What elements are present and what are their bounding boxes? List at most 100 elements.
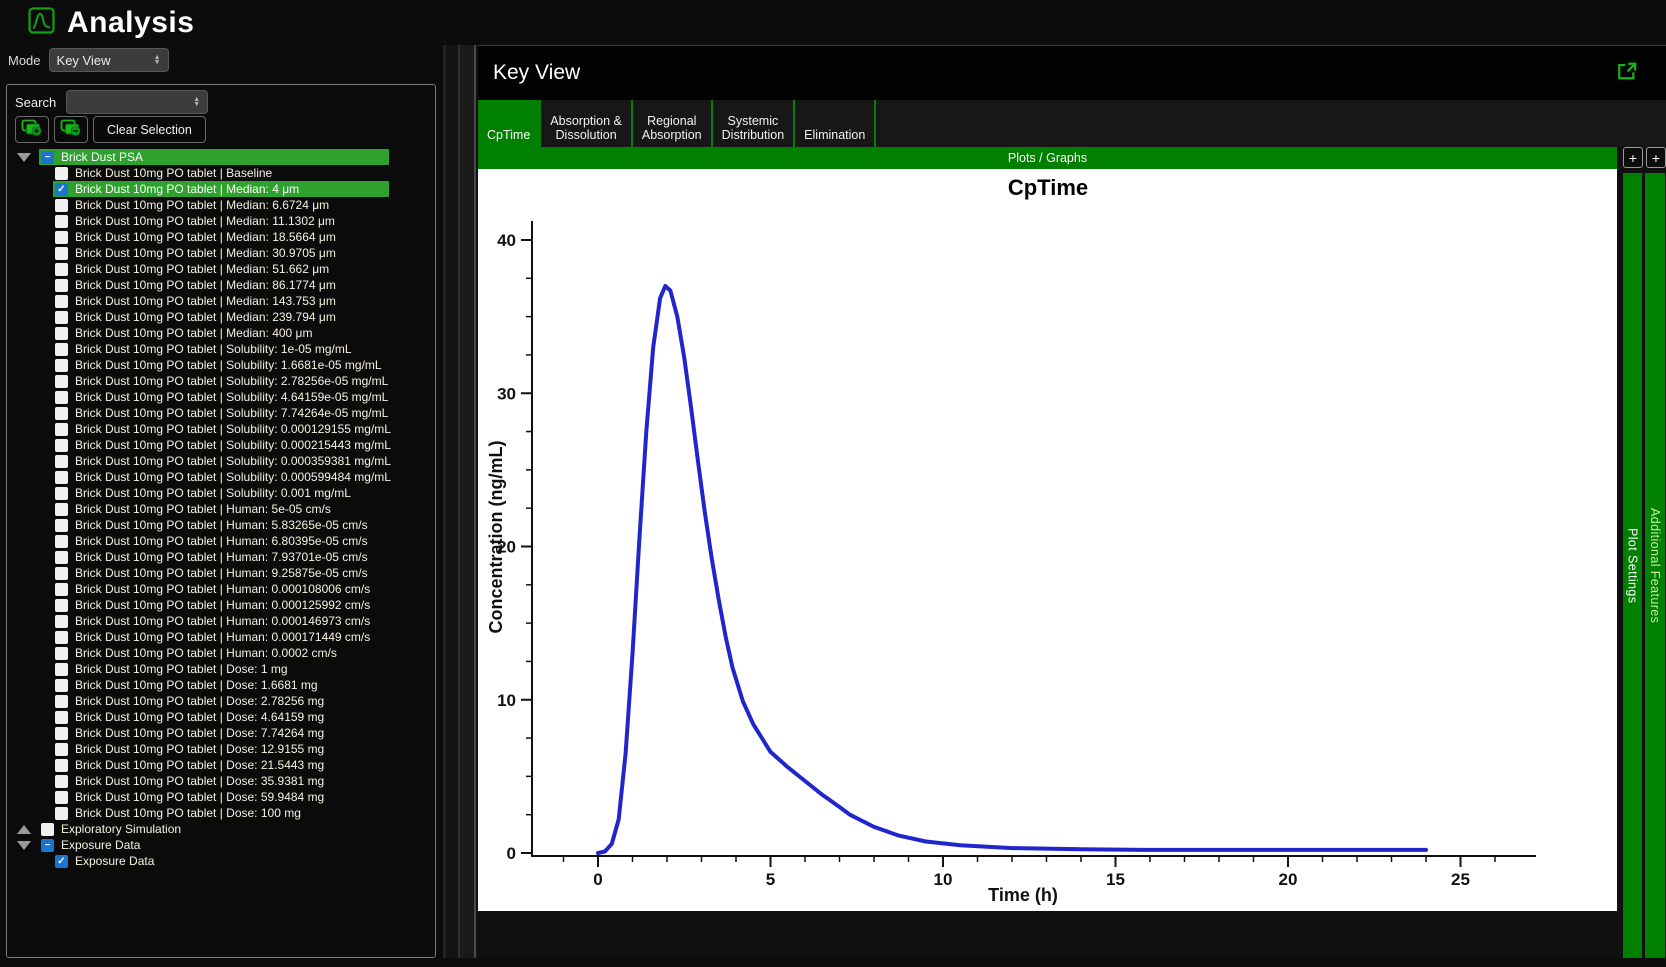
tree-item-row[interactable]: Brick Dust 10mg PO tablet | Human: 0.000…	[9, 581, 433, 597]
expand-triangle-icon[interactable]	[17, 841, 31, 850]
tree-item-row[interactable]: Brick Dust 10mg PO tablet | Solubility: …	[9, 341, 433, 357]
tree-checkbox[interactable]	[55, 247, 68, 260]
tree-item-row[interactable]: Brick Dust 10mg PO tablet | Median: 6.67…	[9, 197, 433, 213]
tree-item-row[interactable]: Brick Dust 10mg PO tablet | Human: 9.258…	[9, 565, 433, 581]
tree-item-row[interactable]: ✓Brick Dust 10mg PO tablet | Median: 4 μ…	[9, 181, 433, 197]
tree-item-row[interactable]: Brick Dust 10mg PO tablet | Solubility: …	[9, 357, 433, 373]
add-additional-features-button[interactable]: +	[1646, 147, 1666, 168]
tree-checkbox[interactable]	[55, 503, 68, 516]
tree-item-row[interactable]: Brick Dust 10mg PO tablet | Median: 18.5…	[9, 229, 433, 245]
tree-item-row[interactable]: Brick Dust 10mg PO tablet | Median: 239.…	[9, 309, 433, 325]
tree-item-row[interactable]: Brick Dust 10mg PO tablet | Dose: 4.6415…	[9, 709, 433, 725]
tree-checkbox[interactable]	[55, 167, 68, 180]
plot-settings-strip[interactable]: Plot Settings	[1623, 173, 1642, 958]
tree-checkbox[interactable]	[55, 679, 68, 692]
tree-item-row[interactable]: Brick Dust 10mg PO tablet | Dose: 1 mg	[9, 661, 433, 677]
tab-regional-absorption[interactable]: Regional Absorption	[633, 100, 713, 147]
tree-item-row[interactable]: Brick Dust 10mg PO tablet | Dose: 35.938…	[9, 773, 433, 789]
tree-checkbox[interactable]	[55, 375, 68, 388]
tree-checkbox[interactable]	[55, 327, 68, 340]
tree-checkbox[interactable]: −	[41, 839, 54, 852]
tree-item-row[interactable]: Brick Dust 10mg PO tablet | Human: 5.832…	[9, 517, 433, 533]
tree-item-row[interactable]: Brick Dust 10mg PO tablet | Median: 143.…	[9, 293, 433, 309]
tree-checkbox[interactable]	[55, 695, 68, 708]
tree-checkbox[interactable]	[55, 711, 68, 724]
tree-checkbox[interactable]	[55, 727, 68, 740]
tree-checkbox[interactable]	[55, 631, 68, 644]
tree-checkbox[interactable]	[55, 407, 68, 420]
tree-item-row[interactable]: Brick Dust 10mg PO tablet | Solubility: …	[9, 421, 433, 437]
tree-item-row[interactable]: Brick Dust 10mg PO tablet | Human: 0.000…	[9, 645, 433, 661]
tree-item-row[interactable]: Brick Dust 10mg PO tablet | Median: 30.9…	[9, 245, 433, 261]
tree-item-row[interactable]: Brick Dust 10mg PO tablet | Human: 0.000…	[9, 629, 433, 645]
tree-item-row[interactable]: Brick Dust 10mg PO tablet | Dose: 59.948…	[9, 789, 433, 805]
additional-features-strip[interactable]: Additional Features	[1645, 173, 1665, 958]
tree-checkbox[interactable]	[55, 391, 68, 404]
tree-item-row[interactable]: Brick Dust 10mg PO tablet | Baseline	[9, 165, 433, 181]
tree-item-row[interactable]: Brick Dust 10mg PO tablet | Dose: 100 mg	[9, 805, 433, 821]
panel-splitter[interactable]	[436, 45, 478, 958]
tree-item-row[interactable]: Brick Dust 10mg PO tablet | Dose: 7.7426…	[9, 725, 433, 741]
tree-item-row[interactable]: Brick Dust 10mg PO tablet | Human: 6.803…	[9, 533, 433, 549]
tree-checkbox[interactable]	[55, 759, 68, 772]
tree-checkbox[interactable]	[55, 599, 68, 612]
tree-item-row[interactable]: ✓Exposure Data	[9, 853, 433, 869]
tree-checkbox[interactable]	[55, 615, 68, 628]
tab-elimination[interactable]: Elimination	[795, 100, 876, 147]
tab-absorption-dissolution[interactable]: Absorption & Dissolution	[541, 100, 633, 147]
tab-cptime[interactable]: CpTime	[478, 100, 541, 147]
tree-checkbox[interactable]: −	[41, 151, 54, 164]
tree-item-row[interactable]: Brick Dust 10mg PO tablet | Solubility: …	[9, 389, 433, 405]
tree-item-row[interactable]: Brick Dust 10mg PO tablet | Median: 51.6…	[9, 261, 433, 277]
remove-simulations-button[interactable]	[54, 116, 88, 143]
tree-item-row[interactable]: Brick Dust 10mg PO tablet | Dose: 1.6681…	[9, 677, 433, 693]
tree-item-row[interactable]: Brick Dust 10mg PO tablet | Median: 400 …	[9, 325, 433, 341]
tree-item-row[interactable]: Brick Dust 10mg PO tablet | Solubility: …	[9, 437, 433, 453]
tree-checkbox[interactable]	[55, 791, 68, 804]
expand-triangle-icon[interactable]	[17, 153, 31, 162]
tree-checkbox[interactable]	[55, 263, 68, 276]
tree-item-row[interactable]: Brick Dust 10mg PO tablet | Median: 86.1…	[9, 277, 433, 293]
tree-checkbox[interactable]	[55, 439, 68, 452]
tree-checkbox[interactable]	[55, 279, 68, 292]
tree-item-row[interactable]: Brick Dust 10mg PO tablet | Solubility: …	[9, 453, 433, 469]
tree-checkbox[interactable]	[55, 199, 68, 212]
tree-item-row[interactable]: Brick Dust 10mg PO tablet | Human: 0.000…	[9, 613, 433, 629]
tree-checkbox[interactable]	[55, 535, 68, 548]
tree-checkbox[interactable]	[55, 663, 68, 676]
tree-item-row[interactable]: Brick Dust 10mg PO tablet | Median: 11.1…	[9, 213, 433, 229]
tree-item-row[interactable]: Brick Dust 10mg PO tablet | Dose: 2.7825…	[9, 693, 433, 709]
tree-checkbox[interactable]	[41, 823, 54, 836]
tree-checkbox[interactable]	[55, 487, 68, 500]
tree-checkbox[interactable]	[55, 583, 68, 596]
tree-checkbox[interactable]	[55, 423, 68, 436]
search-input[interactable]: ▲▼	[66, 90, 208, 114]
tab-systemic-distribution[interactable]: Systemic Distribution	[713, 100, 796, 147]
tree-checkbox[interactable]	[55, 471, 68, 484]
tree-checkbox[interactable]	[55, 231, 68, 244]
tree-checkbox[interactable]	[55, 311, 68, 324]
tree-checkbox[interactable]	[55, 295, 68, 308]
tree-checkbox[interactable]	[55, 647, 68, 660]
tree-checkbox[interactable]	[55, 215, 68, 228]
clear-selection-button[interactable]: Clear Selection	[93, 116, 206, 143]
tree-item-row[interactable]: Brick Dust 10mg PO tablet | Solubility: …	[9, 469, 433, 485]
tree-checkbox[interactable]	[55, 567, 68, 580]
tree-group-row[interactable]: −Brick Dust PSA	[9, 149, 433, 165]
tree-checkbox[interactable]	[55, 807, 68, 820]
mode-select[interactable]: Key View ▲▼	[49, 48, 169, 72]
spinner-arrows-icon[interactable]: ▲▼	[154, 55, 161, 65]
tree-checkbox[interactable]: ✓	[55, 183, 68, 196]
tree-checkbox[interactable]	[55, 743, 68, 756]
tree-item-row[interactable]: Brick Dust 10mg PO tablet | Human: 5e-05…	[9, 501, 433, 517]
tree-item-row[interactable]: Brick Dust 10mg PO tablet | Human: 0.000…	[9, 597, 433, 613]
tree-checkbox[interactable]	[55, 343, 68, 356]
add-plot-settings-button[interactable]: +	[1623, 147, 1643, 168]
tree-item-row[interactable]: Brick Dust 10mg PO tablet | Dose: 21.544…	[9, 757, 433, 773]
tree-checkbox[interactable]: ✓	[55, 855, 68, 868]
tree-item-row[interactable]: Brick Dust 10mg PO tablet | Solubility: …	[9, 405, 433, 421]
tree-group-row[interactable]: Exploratory Simulation	[9, 821, 433, 837]
tree-group-row[interactable]: −Exposure Data	[9, 837, 433, 853]
tree-item-row[interactable]: Brick Dust 10mg PO tablet | Human: 7.937…	[9, 549, 433, 565]
tree-checkbox[interactable]	[55, 519, 68, 532]
